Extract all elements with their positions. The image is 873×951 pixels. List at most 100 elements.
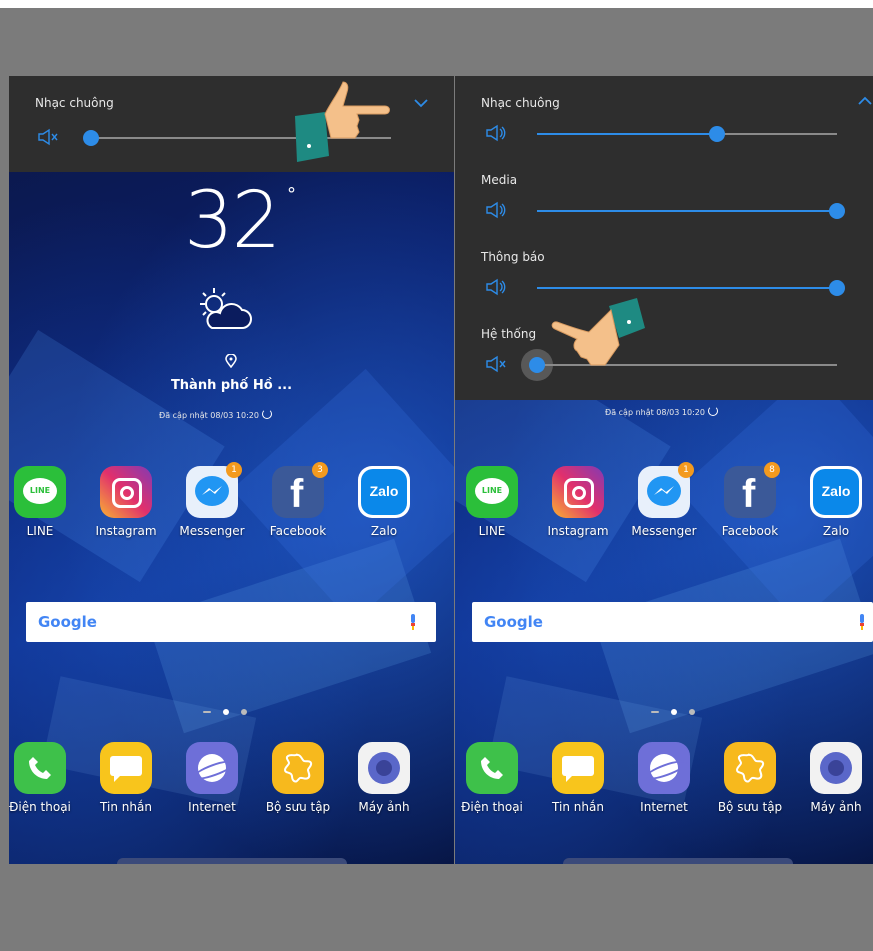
app-line[interactable]: LINE LINE	[9, 466, 80, 538]
facebook-icon[interactable]: f3	[272, 462, 328, 518]
page-dot[interactable]	[689, 709, 695, 715]
microphone-icon[interactable]	[408, 614, 418, 630]
notification-badge: 3	[312, 462, 328, 478]
app-facebook[interactable]: f 3 Facebook	[258, 462, 338, 538]
app-internet[interactable]: Internet	[172, 742, 252, 814]
app-messages[interactable]: Tin nhắn	[538, 742, 618, 814]
pointing-hand-icon	[295, 81, 390, 162]
messages-icon[interactable]	[100, 742, 152, 794]
microphone-icon[interactable]	[857, 614, 867, 630]
internet-icon[interactable]	[186, 742, 238, 794]
google-search-bar[interactable]: Google	[472, 602, 873, 642]
pointing-hand-icon	[551, 298, 645, 366]
app-label: Messenger	[179, 524, 245, 538]
volume-slider[interactable]	[537, 203, 845, 219]
slider-knob[interactable]	[709, 126, 725, 142]
app-instagram[interactable]: Instagram	[538, 466, 618, 538]
page-dot-active[interactable]	[223, 709, 229, 715]
messenger-icon[interactable]: 1	[638, 462, 694, 518]
nav-handle[interactable]	[563, 858, 793, 864]
app-label: Bộ sưu tập	[717, 800, 783, 814]
app-label: Bộ sưu tập	[265, 800, 331, 814]
messages-icon[interactable]	[552, 742, 604, 794]
app-line[interactable]: LINE LINE	[455, 466, 532, 538]
app-instagram[interactable]: Instagram	[86, 466, 166, 538]
facebook-icon[interactable]: f8	[724, 462, 780, 518]
page-dot[interactable]	[203, 711, 211, 713]
google-search-bar[interactable]: Google	[26, 602, 436, 642]
ringtone-mute-icon[interactable]	[37, 128, 59, 146]
app-label: Máy ảnh	[810, 800, 862, 814]
app-phone[interactable]: Điện thoại	[9, 742, 80, 814]
app-label: Tin nhắn	[552, 800, 604, 814]
gallery-icon[interactable]	[724, 742, 776, 794]
volume-label: Nhạc chuông	[481, 96, 560, 110]
notification-badge: 1	[226, 462, 242, 478]
volume-slider[interactable]	[537, 280, 845, 296]
weather-updated: Đã cập nhật 08/03 10:20	[159, 409, 272, 420]
chevron-up-icon[interactable]	[857, 96, 873, 106]
app-gallery[interactable]: Bộ sưu tập	[710, 742, 790, 814]
app-internet[interactable]: Internet	[624, 742, 704, 814]
app-label: Máy ảnh	[358, 800, 410, 814]
volume-slider[interactable]	[537, 126, 837, 142]
app-camera[interactable]: Máy ảnh	[344, 742, 424, 814]
app-gallery[interactable]: Bộ sưu tập	[258, 742, 338, 814]
messenger-icon[interactable]: 1	[186, 462, 242, 518]
slider-knob[interactable]	[829, 203, 845, 219]
app-label: Zalo	[370, 524, 398, 538]
app-messages[interactable]: Tin nhắn	[86, 742, 166, 814]
slider-knob[interactable]	[829, 280, 845, 296]
internet-icon[interactable]	[638, 742, 690, 794]
gallery-icon[interactable]	[272, 742, 324, 794]
app-phone[interactable]: Điện thoại	[455, 742, 532, 814]
ringtone-label: Nhạc chuông	[35, 96, 114, 110]
city-name[interactable]: Thành phố Hồ ...	[9, 378, 454, 393]
notification-badge: 8	[764, 462, 780, 478]
app-facebook[interactable]: f 8 Facebook	[710, 462, 790, 538]
app-label: Messenger	[631, 524, 697, 538]
page-dot[interactable]	[651, 711, 659, 713]
app-label: LINE	[478, 524, 506, 538]
phone-icon[interactable]	[466, 742, 518, 794]
speaker-icon[interactable]	[485, 278, 507, 296]
slider-fill	[537, 287, 837, 289]
app-zalo[interactable]: Zalo Zalo	[796, 466, 873, 538]
nav-handle[interactable]	[117, 858, 347, 864]
camera-icon[interactable]	[810, 742, 862, 794]
chevron-down-icon[interactable]	[413, 98, 429, 108]
line-icon[interactable]: LINE	[466, 466, 518, 518]
app-messenger[interactable]: 1 Messenger	[172, 462, 252, 538]
app-messenger[interactable]: 1 Messenger	[624, 462, 704, 538]
app-zalo[interactable]: Zalo Zalo	[344, 466, 424, 538]
slider-knob[interactable]	[529, 357, 545, 373]
instagram-icon[interactable]	[100, 466, 152, 518]
notification-badge: 1	[678, 462, 694, 478]
slider-knob[interactable]	[83, 130, 99, 146]
app-label: Instagram	[95, 524, 157, 538]
line-icon[interactable]: LINE	[14, 466, 66, 518]
instagram-icon[interactable]	[552, 466, 604, 518]
app-label: Internet	[640, 800, 688, 814]
app-label: Tin nhắn	[100, 800, 152, 814]
zalo-icon[interactable]: Zalo	[810, 466, 862, 518]
updated-text: Đã cập nhật 08/03 10:20	[605, 408, 705, 417]
zalo-icon[interactable]: Zalo	[358, 466, 410, 518]
degree-symbol: °	[287, 184, 296, 205]
speaker-icon[interactable]	[485, 124, 507, 142]
phone-icon[interactable]	[14, 742, 66, 794]
updated-text: Đã cập nhật 08/03 10:20	[159, 411, 259, 420]
page-indicator	[645, 700, 701, 719]
slider-fill	[537, 210, 837, 212]
expanded-volume-panel: Nhạc chuông Media Thông báo Hệ thống	[455, 76, 873, 400]
speaker-mute-icon[interactable]	[485, 355, 507, 373]
speaker-icon[interactable]	[485, 201, 507, 219]
camera-icon[interactable]	[358, 742, 410, 794]
refresh-icon[interactable]	[707, 406, 718, 416]
refresh-icon[interactable]	[261, 409, 272, 419]
page-dot[interactable]	[241, 709, 247, 715]
slider-fill	[537, 133, 717, 135]
page-dot-active[interactable]	[671, 709, 677, 715]
app-camera[interactable]: Máy ảnh	[796, 742, 873, 814]
app-label: Điện thoại	[461, 800, 523, 814]
